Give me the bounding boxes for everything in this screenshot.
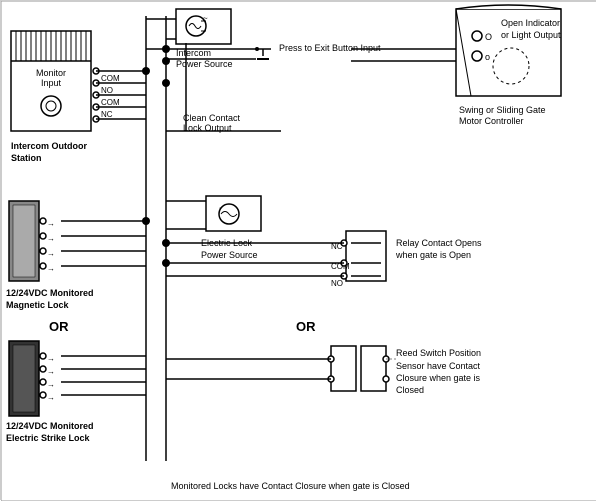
svg-text:OR: OR <box>49 319 69 334</box>
svg-text:COM: COM <box>101 74 120 83</box>
svg-text:Intercom Outdoor: Intercom Outdoor <box>11 141 87 151</box>
svg-text:COM: COM <box>101 98 120 107</box>
svg-text:Reed Switch Position: Reed Switch Position <box>396 348 481 358</box>
svg-text:Motor Controller: Motor Controller <box>459 116 524 126</box>
svg-text:Closed: Closed <box>396 385 424 395</box>
svg-text:OR: OR <box>296 319 316 334</box>
svg-text:12/24VDC Monitored: 12/24VDC Monitored <box>6 421 94 431</box>
svg-text:12/24VDC Monitored: 12/24VDC Monitored <box>6 288 94 298</box>
svg-text:O: O <box>485 32 492 42</box>
svg-text:Lock Output: Lock Output <box>183 123 232 133</box>
svg-text:→: → <box>47 393 55 402</box>
svg-text:NO: NO <box>331 279 343 288</box>
svg-text:NO: NO <box>101 86 113 95</box>
svg-text:Power Source: Power Source <box>201 250 258 260</box>
svg-text:o: o <box>485 52 490 62</box>
svg-text:NC: NC <box>101 110 113 119</box>
svg-text:Open Indicator: Open Indicator <box>501 18 560 28</box>
svg-text:→: → <box>47 354 55 363</box>
svg-text:when gate is Open: when gate is Open <box>395 250 471 260</box>
svg-text:Press to Exit Button Input: Press to Exit Button Input <box>279 43 381 53</box>
svg-text:Swing or Sliding Gate: Swing or Sliding Gate <box>459 105 546 115</box>
svg-text:or Light Output: or Light Output <box>501 30 561 40</box>
svg-text:Sensor have Contact: Sensor have Contact <box>396 361 481 371</box>
svg-text:Clean Contact: Clean Contact <box>183 113 241 123</box>
svg-text:→: → <box>47 249 55 258</box>
svg-text:→: → <box>47 234 55 243</box>
svg-text:Electric Strike Lock: Electric Strike Lock <box>6 433 91 443</box>
svg-text:Monitored Locks have Contact C: Monitored Locks have Contact Closure whe… <box>171 481 410 491</box>
svg-text:Input: Input <box>41 78 62 88</box>
svg-text:→: → <box>47 264 55 273</box>
svg-text:Power Source: Power Source <box>176 59 233 69</box>
svg-text:Relay Contact Opens: Relay Contact Opens <box>396 238 482 248</box>
wiring-diagram: Monitor Input COM NO COM NC Intercom Out… <box>0 0 596 500</box>
svg-text:→: → <box>47 367 55 376</box>
svg-text:→: → <box>47 219 55 228</box>
svg-text:~: ~ <box>203 14 208 23</box>
svg-text:Monitor: Monitor <box>36 68 66 78</box>
svg-text:Magnetic Lock: Magnetic Lock <box>6 300 70 310</box>
svg-text:→: → <box>47 380 55 389</box>
svg-text:Closure when gate is: Closure when gate is <box>396 373 481 383</box>
svg-text:Station: Station <box>11 153 42 163</box>
